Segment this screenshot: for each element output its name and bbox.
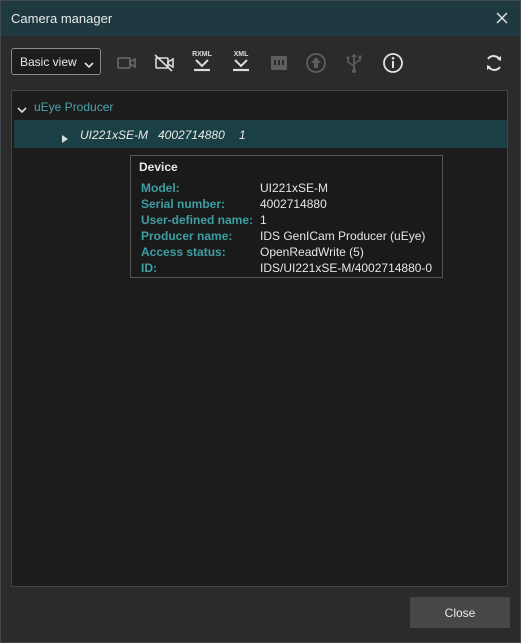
device-model-cell: UI221xSE-M (80, 128, 149, 142)
tooltip-key-producer: Producer name: (141, 229, 233, 243)
xml-label: XML (233, 51, 249, 58)
tooltip-key-serial: Serial number: (141, 197, 226, 211)
tooltip-value-serial: 4002714880 (260, 197, 327, 211)
producer-label: uEye Producer (34, 100, 114, 114)
rxml-import-icon[interactable]: RXML (190, 51, 214, 75)
view-select[interactable]: Basic view (11, 48, 101, 75)
tooltip-key-model: Model: (141, 181, 180, 195)
close-camera-icon[interactable] (152, 51, 176, 75)
network-config-icon[interactable] (267, 51, 291, 75)
tooltip-value-user-name: 1 (260, 213, 267, 227)
tooltip-key-user-name: User-defined name: (141, 213, 254, 227)
tooltip-key-id: ID: (141, 261, 157, 275)
device-tooltip: Device Model: UI221xSE-M Serial number: … (130, 155, 443, 278)
tooltip-value-access: OpenReadWrite (5) (260, 245, 364, 259)
chevron-down-icon[interactable] (17, 102, 27, 114)
tooltip-title: Device (139, 160, 178, 174)
device-user-name-cell: 1 (239, 128, 246, 142)
close-window-icon[interactable] (494, 10, 510, 26)
expand-arrow-icon[interactable] (61, 130, 69, 143)
tooltip-value-model: UI221xSE-M (260, 181, 329, 195)
rxml-label: RXML (192, 51, 212, 58)
open-camera-icon[interactable] (115, 51, 139, 75)
xml-import-icon[interactable]: XML (229, 51, 253, 75)
window-title: Camera manager (11, 11, 113, 26)
toolbar: Basic view RXML XML (1, 37, 520, 89)
firmware-update-icon[interactable] (304, 51, 328, 75)
device-row[interactable]: UI221xSE-M 4002714880 1 (14, 120, 507, 148)
tooltip-key-access: Access status: (141, 245, 226, 259)
camera-manager-window: Camera manager Basic view RXML XML uEye … (0, 0, 521, 643)
title-bar: Camera manager (1, 1, 520, 36)
refresh-icon[interactable] (482, 51, 506, 75)
tooltip-value-id: IDS/UI221xSE-M/4002714880-0 (260, 261, 433, 275)
info-icon[interactable] (381, 51, 405, 75)
tree-producer-node[interactable]: uEye Producer (17, 98, 113, 116)
usb-icon[interactable] (342, 51, 366, 75)
view-select-value: Basic view (20, 55, 77, 69)
tooltip-value-producer: IDS GenICam Producer (uEye) (260, 229, 426, 243)
device-serial-cell: 4002714880 (158, 128, 225, 142)
close-button[interactable]: Close (410, 597, 510, 628)
chevron-down-icon (84, 57, 94, 69)
